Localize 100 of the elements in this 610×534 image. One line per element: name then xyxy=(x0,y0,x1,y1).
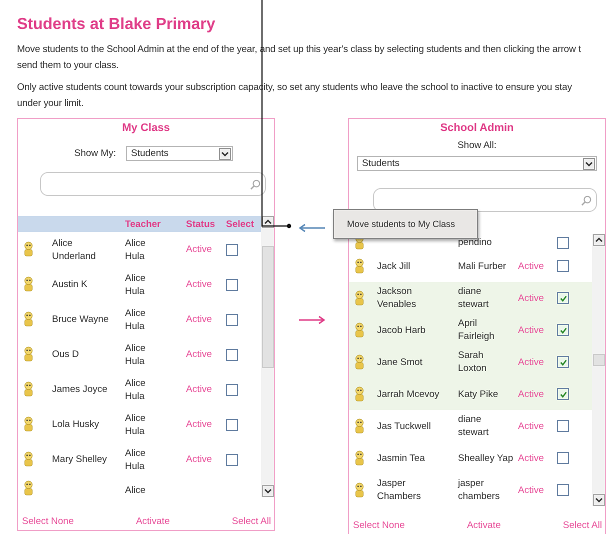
student-name: Jasper Chambers xyxy=(377,477,422,503)
teacher-name: Shealley Yap xyxy=(458,452,514,464)
status-link[interactable]: Active xyxy=(186,418,226,431)
status-link[interactable]: Active xyxy=(186,453,226,466)
status-link[interactable]: Active xyxy=(186,243,226,256)
scroll-down-icon[interactable] xyxy=(262,485,274,497)
selected-row[interactable]: Jackson Venables diane stewart Active xyxy=(349,282,592,314)
footer-link[interactable]: Select All xyxy=(562,520,602,531)
student-row[interactable]: Jack Jill Mali Furber Active xyxy=(349,250,592,282)
left-arrow-button[interactable] xyxy=(298,223,326,233)
student-name: Austin K xyxy=(52,278,88,291)
search-icon xyxy=(581,194,592,206)
student-row[interactable]: Jasper Chambers jasper chambers Active xyxy=(349,474,592,506)
teacher-name: diane stewart xyxy=(458,285,490,311)
dropdown-caret-icon xyxy=(219,148,231,160)
student-row[interactable]: Jas Tuckwell diane stewart Active xyxy=(349,410,592,442)
scrollbar[interactable] xyxy=(592,234,605,506)
select-checkbox[interactable] xyxy=(557,484,569,496)
footer-link[interactable]: Select None xyxy=(22,516,74,527)
teacher-name: Sarah Loxton xyxy=(458,349,488,375)
select-checkbox[interactable] xyxy=(226,314,238,326)
student-name: Jasmin Tea xyxy=(377,452,426,464)
column-header: Teacher xyxy=(125,218,162,230)
filter-dropdown[interactable]: Students xyxy=(357,156,597,171)
select-checkbox[interactable] xyxy=(557,236,569,248)
scroll-down-icon[interactable] xyxy=(592,494,604,506)
select-checkbox[interactable] xyxy=(557,420,569,432)
teacher-name: Alice Hula xyxy=(125,272,147,298)
cartoon-avatar-icon xyxy=(353,386,366,402)
student-name: Alice Underland xyxy=(52,236,97,262)
filter-dropdown[interactable]: Students xyxy=(126,146,233,161)
student-row[interactable]: Alice Underland Alice Hula Active xyxy=(18,232,261,267)
status-link[interactable]: Active xyxy=(518,452,557,464)
student-name: Ous D xyxy=(52,348,80,361)
selected-row[interactable]: Jacob Harb April Fairleigh Active xyxy=(349,314,592,346)
teacher-name: April Fairleigh xyxy=(458,317,496,343)
student-name: Bruce Wayne xyxy=(52,313,110,326)
scroll-thumb[interactable] xyxy=(592,354,604,366)
cartoon-avatar-icon xyxy=(353,258,366,274)
scroll-up-icon[interactable] xyxy=(592,234,604,246)
status-link[interactable]: Active xyxy=(518,388,557,400)
student-row[interactable]: Lola Husky Alice Hula Active xyxy=(18,407,261,442)
student-name: Jarrah Mcevoy xyxy=(377,388,440,400)
select-checkbox[interactable] xyxy=(557,292,569,304)
cartoon-avatar-icon xyxy=(22,451,35,468)
student-name: Lola Husky xyxy=(52,418,100,431)
student-name: Jane Smot xyxy=(377,356,424,368)
cartoon-avatar-icon xyxy=(22,416,35,433)
page-title: Students at Blake Primary xyxy=(17,15,216,35)
cartoon-avatar-icon xyxy=(353,482,366,498)
teacher-name: Alice Hula xyxy=(125,236,147,262)
selected-row[interactable]: Jane Smot Sarah Loxton Active xyxy=(349,346,592,378)
dropdown-caret-icon xyxy=(583,158,595,170)
panel-title: School Admin xyxy=(439,122,515,134)
status-link[interactable]: Active xyxy=(186,348,226,361)
status-link[interactable]: Active xyxy=(186,383,226,396)
status-link[interactable]: Active xyxy=(518,292,557,304)
select-checkbox[interactable] xyxy=(557,356,569,368)
student-name: Mary Shelley xyxy=(52,453,108,466)
student-row[interactable]: Mary Shelley Alice Hula Active xyxy=(18,442,261,477)
footer-link[interactable]: Activate xyxy=(466,520,501,531)
teacher-name: Alice Hula xyxy=(125,376,147,402)
select-checkbox[interactable] xyxy=(557,388,569,400)
select-checkbox[interactable] xyxy=(557,452,569,464)
student-row[interactable]: Bruce Wayne Alice Hula Active xyxy=(18,302,261,337)
teacher-name: Alice Hula xyxy=(125,412,147,438)
select-checkbox[interactable] xyxy=(226,418,238,430)
select-checkbox[interactable] xyxy=(226,244,238,256)
student-row[interactable]: Jasmin Tea Shealley Yap Active xyxy=(349,442,592,474)
student-row[interactable]: Alice xyxy=(18,477,261,497)
status-link[interactable]: Active xyxy=(518,420,557,432)
status-link[interactable]: Active xyxy=(186,278,226,291)
status-link[interactable]: Active xyxy=(518,324,557,336)
status-link[interactable]: Active xyxy=(518,484,557,496)
select-checkbox[interactable] xyxy=(226,348,238,360)
footer-link[interactable]: Activate xyxy=(136,516,170,527)
select-checkbox[interactable] xyxy=(226,384,238,396)
student-row[interactable]: Austin K Alice Hula Active xyxy=(18,267,261,302)
select-checkbox[interactable] xyxy=(226,278,238,290)
selected-row[interactable]: Jarrah Mcevoy Katy Pike Active xyxy=(349,378,592,410)
search-field[interactable] xyxy=(40,172,266,196)
status-link[interactable]: Active xyxy=(186,313,226,326)
student-name: James Joyce xyxy=(52,383,108,396)
status-link[interactable]: Active xyxy=(518,260,557,272)
footer-link[interactable]: Select All xyxy=(232,516,271,527)
student-row[interactable]: Ous D Alice Hula Active xyxy=(18,337,261,372)
teacher-name: Alice Hula xyxy=(125,306,147,332)
student-name: Jack Jill xyxy=(377,260,412,272)
teacher-name: Mali Furber xyxy=(458,260,508,272)
student-row[interactable]: James Joyce Alice Hula Active xyxy=(18,372,261,407)
right-arrow-button[interactable] xyxy=(298,315,326,325)
status-link[interactable]: Active xyxy=(518,356,557,368)
student-name: Jas Tuckwell xyxy=(377,420,432,432)
footer-link[interactable]: Select None xyxy=(353,520,405,531)
scroll-thumb[interactable] xyxy=(262,246,274,368)
scrollbar[interactable] xyxy=(261,216,274,497)
select-checkbox[interactable] xyxy=(226,454,238,466)
select-checkbox[interactable] xyxy=(557,324,569,336)
select-checkbox[interactable] xyxy=(557,260,569,272)
cartoon-avatar-icon xyxy=(353,322,366,338)
